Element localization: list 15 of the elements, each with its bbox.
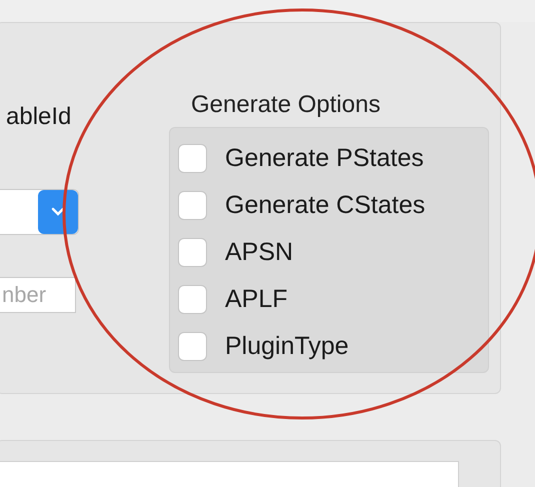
option-label: APLF [225,285,288,314]
option-label: Generate CStates [225,191,426,220]
checkbox[interactable] [178,285,207,314]
field-label: ableId [6,103,72,131]
option-label: PluginType [225,332,349,361]
dropdown[interactable] [0,189,79,235]
checkbox[interactable] [178,191,207,220]
group-title: Generate Options [191,91,380,119]
number-field[interactable]: nber [0,277,76,313]
option-label: APSN [225,238,294,267]
option-label: Generate PStates [225,144,424,173]
checkbox[interactable] [178,144,207,173]
checkbox[interactable] [178,238,207,267]
checkbox[interactable] [178,332,207,361]
dropdown-chevron-icon[interactable] [38,190,78,234]
